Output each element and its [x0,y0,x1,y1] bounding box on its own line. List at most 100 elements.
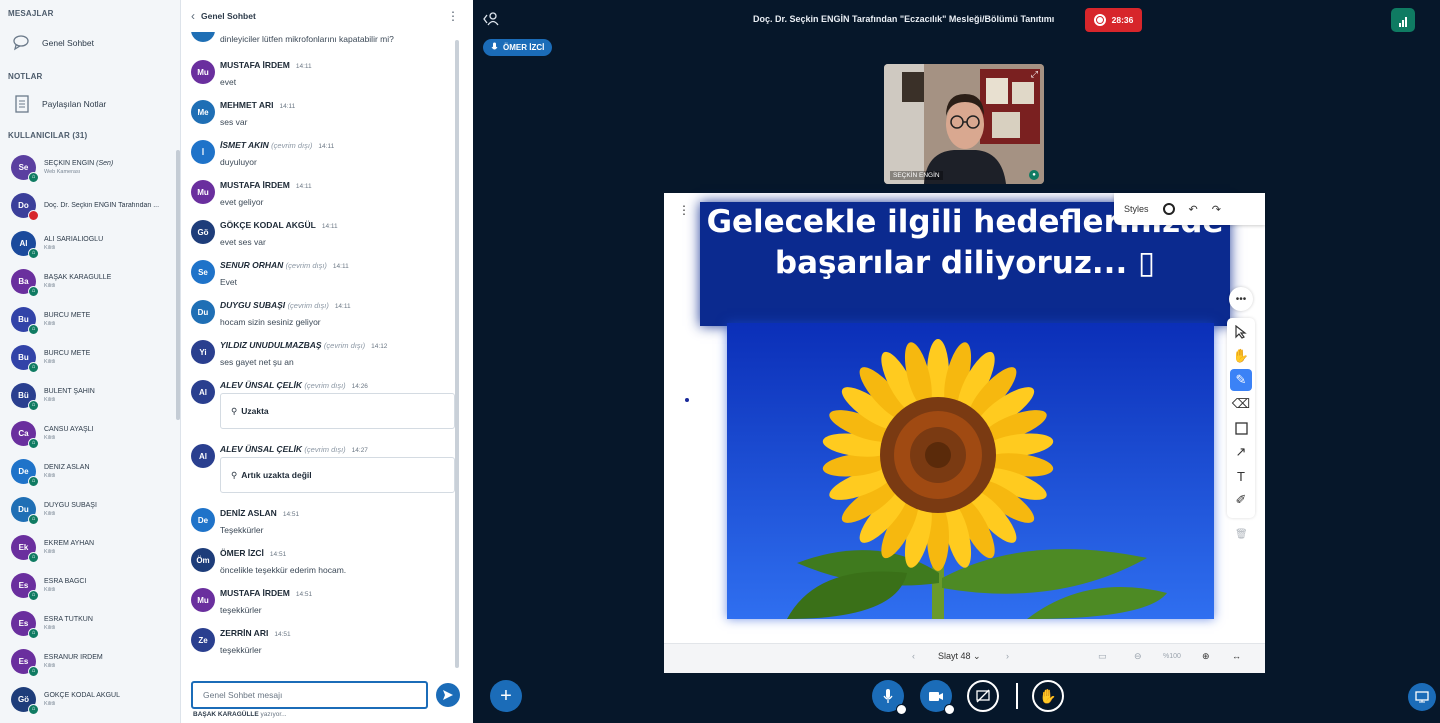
chat-scrollbar[interactable] [455,40,459,668]
user-list-item[interactable]: Du ⌂ DUYGU SUBAŞI Kilitli [0,490,178,528]
message-header: İSMET AKIN (çevrim dışı) 14:11 [220,140,334,150]
more-tools-icon[interactable]: ••• [1229,287,1253,311]
fit-width-icon[interactable]: ▭ [1098,651,1107,662]
user-name: DENİZ ASLAN [44,464,90,471]
text-tool-icon[interactable]: T [1230,465,1252,487]
video-settings-icon[interactable] [944,704,955,715]
whiteboard-menu-icon[interactable]: ⋮ [678,203,690,217]
pencil-tool-icon[interactable]: ✎ [1230,369,1252,391]
trash-icon[interactable]: 🗑 [1235,529,1248,540]
user-list-toggle-icon[interactable] [483,12,499,29]
shared-notes-link[interactable]: Paylaşılan Notlar [12,94,106,114]
user-list-scrollbar[interactable] [176,150,180,420]
slide-selector[interactable]: Slayt 48 ⌄ [938,651,981,662]
message-time: 14:11 [295,63,312,70]
user-name: GÖKÇE KODAL AKGÜL [44,692,120,699]
avatar: Bu ⌂ [11,306,39,335]
more-options-icon[interactable]: ⋮ [447,9,459,23]
webcam-video[interactable]: ⤢ SEÇKİN ENGİN ● [884,64,1044,184]
user-list-item[interactable]: Es ⌂ ESRA TUTKUN Kilitli [0,604,178,642]
user-status: Web Kamerası [44,168,81,175]
chevron-left-icon[interactable]: ‹ [191,9,195,23]
user-list-item[interactable]: Es ⌂ ESRA BAĞCI Kilitli [0,566,178,604]
recording-indicator[interactable]: 28:36 [1085,8,1142,32]
you-label: (Sen) [96,159,114,167]
zoom-out-icon[interactable]: ⊖ [1134,651,1142,662]
message-text: teşekkürler [220,605,262,615]
message-header: MUSTAFA İRDEM 14:11 [220,180,312,190]
user-list-item[interactable]: Bü ⌂ BÜLENT ŞAHİN Kilitli [0,376,178,414]
user-list-item[interactable]: Es ⌂ ESRANUR İRDEM Kilitli [0,642,178,680]
message-time: 14:51 [282,511,300,518]
redo-icon[interactable]: ↷ [1212,203,1221,216]
avatar: Ca ⌂ [11,420,39,449]
zoom-level: %100 [1163,653,1181,660]
connection-status-icon[interactable] [1391,8,1415,32]
user-list-item[interactable]: Al ⌂ ALİ SARIALİOĞLU Kilitli [0,224,178,262]
avatar-initials: İ [201,147,205,157]
send-button[interactable] [436,683,460,707]
avatar-initials: Es [18,656,29,666]
color-circle-icon[interactable] [1162,203,1175,215]
lock-icon: ⌂ [28,361,39,373]
status-box: ⚲ Uzakta [220,393,455,429]
message-time: 14:51 [295,591,313,598]
fit-page-icon[interactable]: ↔ [1232,651,1241,661]
rectangle-tool-icon[interactable] [1230,417,1252,439]
lock-icon: ⌂ [28,665,39,677]
camera-button[interactable] [920,680,955,715]
arrow-tool-icon[interactable]: ↗ [1230,441,1252,463]
audio-settings-icon[interactable] [896,704,907,715]
raise-hand-button[interactable]: ✋ [1032,680,1064,712]
user-status: Kilitli [44,510,56,517]
user-name: BURCU METE [44,350,90,357]
avatar: De [191,508,215,532]
message-text: duyuluyor [220,157,257,167]
actions-button[interactable]: + [490,680,522,712]
avatar-initials: De [18,466,29,476]
select-tool-icon[interactable] [1230,321,1252,343]
user-name: SEÇKİN ENGİN (Sen) [44,160,113,167]
user-list-item[interactable]: Gö ⌂ GÖKÇE KODAL AKGÜL Kilitli [0,680,178,718]
chat-message-input[interactable]: Genel Sohbet mesajı [191,681,428,709]
microphone-button[interactable] [872,680,907,715]
presentation-whiteboard[interactable]: Gelecekle ilgili hedeflerinizde başarıla… [664,193,1265,673]
note-tool-icon[interactable]: ✐ [1230,489,1252,511]
eraser-tool-icon[interactable]: ⌫ [1230,393,1252,415]
control-divider [1016,683,1018,709]
undo-icon[interactable]: ↶ [1189,203,1198,216]
message-header: ÖMER İZCİ 14:51 [220,548,286,558]
users-section-title: KULLANICILAR (31) [8,131,88,140]
styles-panel[interactable]: Styles ↶ ↷ [1114,193,1265,225]
user-name-text: BÜLENT ŞAHİN [44,387,95,395]
message-text: Evet [220,277,238,287]
talking-user-name: ÖMER İZCİ [503,43,545,52]
user-list-item[interactable]: De ⌂ DENİZ ASLAN Kilitli [0,452,178,490]
previous-slide-icon[interactable]: ‹ [912,651,915,661]
avatar: Al [191,380,215,404]
lock-icon: ⌂ [28,627,39,639]
avatar-initials: Do [18,200,29,210]
user-list-item[interactable]: Bu ⌂ BURCU METE Kilitli [0,300,178,338]
screen-share-button[interactable] [967,680,999,712]
presentation-toggle-button[interactable] [1408,683,1436,711]
user-list-item[interactable]: Bu ⌂ BURCU METE Kilitli [0,338,178,376]
message-time: 14:12 [371,343,388,350]
next-slide-icon[interactable]: › [1006,651,1009,661]
user-list-item[interactable]: Ek ⌂ EKREM AYHAN Kilitli [0,528,178,566]
hand-tool-icon[interactable]: ✋ [1230,345,1252,367]
message-text: evet geliyor [220,197,264,207]
zoom-in-icon[interactable]: ⊕ [1202,651,1210,662]
user-status: Kilitli [44,358,56,365]
user-list-item[interactable]: Do Doç. Dr. Seçkin ENGİN Tarafından ... [0,186,178,224]
public-chat-link[interactable]: Genel Sohbet [12,33,94,53]
message-time: 14:11 [332,263,349,270]
message-text: hocam sizin sesiniz geliyor [220,317,321,327]
user-list-item[interactable]: Se ⌂ SEÇKİN ENGİN (Sen) Web Kamerası [0,148,178,186]
user-list-item[interactable]: Ca ⌂ CANSU AYAŞLI Kilitli [0,414,178,452]
sunflower-image [727,323,1214,619]
user-list-item[interactable]: Ba ⌂ BAŞAK KARAGÜLLE Kilitli [0,262,178,300]
user-status: Kilitli [44,320,56,327]
user-status: Kilitli [44,472,56,479]
expand-icon[interactable]: ⤢ [1031,69,1038,80]
